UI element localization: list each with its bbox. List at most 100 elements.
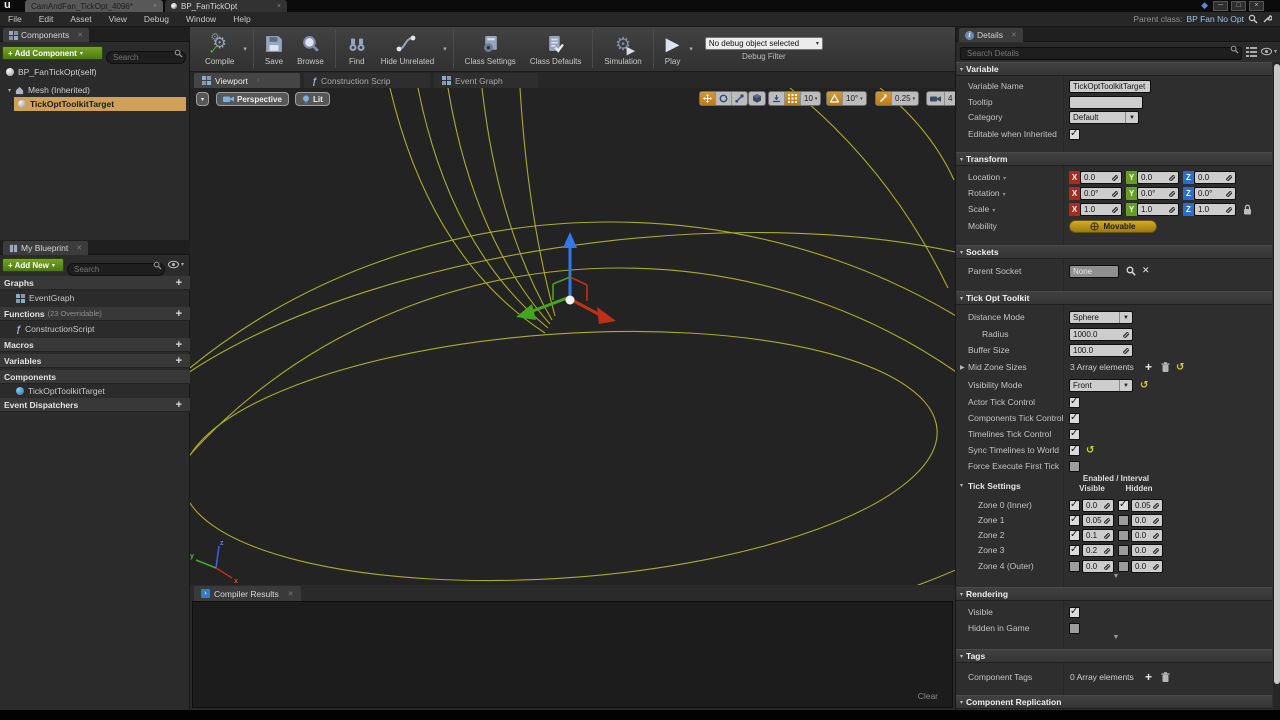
spinner-icon[interactable] — [1112, 207, 1118, 213]
section-components[interactable]: Components — [0, 370, 190, 384]
hide-unrelated-button[interactable]: Hide Unrelated — [374, 28, 441, 70]
visibility-filter-button[interactable]: ▾ — [168, 260, 184, 269]
section-transform[interactable]: ▾Transform — [956, 152, 1272, 166]
add-new-button[interactable]: + Add New▾ — [2, 258, 64, 272]
close-window-button[interactable]: × — [1249, 1, 1264, 11]
tab-compiler-results[interactable]: › Compiler Results ✕ — [194, 586, 301, 601]
rotate-tool-button[interactable] — [716, 92, 732, 105]
menu-help[interactable]: Help — [233, 14, 250, 24]
section-functions[interactable]: Functions(23 Overridable)+ — [0, 307, 190, 321]
spinner-icon[interactable] — [1153, 503, 1159, 509]
zone0-hidden-interval-field[interactable]: 0.05 — [1131, 499, 1163, 512]
zone3-hidden-checkbox[interactable] — [1118, 545, 1129, 556]
spinner-icon[interactable] — [1153, 518, 1159, 524]
zone1-hidden-interval-field[interactable]: 0.0 — [1131, 514, 1163, 527]
tree-item-mesh[interactable]: ▾ Mesh (Inherited) — [0, 83, 190, 97]
tab-viewport[interactable]: Viewport › — [194, 73, 300, 88]
myblueprint-search-input[interactable] — [67, 263, 165, 276]
location-x-field[interactable]: 0.0 — [1080, 171, 1122, 184]
scale-z-field[interactable]: 1.0 — [1194, 203, 1236, 216]
camera-speed-button[interactable] — [927, 92, 945, 105]
visible-checkbox[interactable] — [1069, 607, 1080, 618]
zone2-hidden-checkbox[interactable] — [1118, 530, 1129, 541]
clear-button[interactable]: Clear — [918, 691, 938, 701]
search-socket-icon[interactable] — [1126, 266, 1136, 276]
tree-item-tickopttoolkittarget[interactable]: TickOptToolkitTarget — [14, 97, 186, 111]
trash-icon[interactable] — [1161, 672, 1170, 683]
item-constructionscript[interactable]: ƒ ConstructionScript — [0, 322, 190, 336]
rotation-z-field[interactable]: 0.0° — [1194, 187, 1236, 200]
window-tab-level[interactable]: CamAndFan_TickOpt_4096* × — [25, 0, 163, 12]
zone3-visible-checkbox[interactable] — [1069, 545, 1080, 556]
zone2-visible-interval-field[interactable]: 0.1 — [1082, 529, 1114, 542]
parent-class-value[interactable]: BP Fan No Opt — [1187, 14, 1244, 24]
tree-item-self[interactable]: BP_FanTickOpt(self) — [0, 65, 190, 79]
section-event-dispatchers[interactable]: Event Dispatchers+ — [0, 398, 190, 412]
expand-icon[interactable]: ▾ — [960, 482, 963, 489]
world-local-toggle-button[interactable] — [749, 92, 765, 105]
timelines-tick-checkbox[interactable] — [1069, 429, 1080, 440]
components-search[interactable] — [106, 47, 186, 65]
zone0-hidden-checkbox[interactable] — [1118, 500, 1129, 511]
grid-snap-toggle-button[interactable] — [785, 92, 801, 105]
lit-mode-button[interactable]: Lit — [295, 92, 330, 106]
spinner-icon[interactable] — [1104, 503, 1110, 509]
camera-speed-value[interactable]: 4▾ — [945, 92, 955, 105]
expander-icon[interactable]: ▾ — [8, 87, 11, 94]
add-dispatcher-button[interactable]: + — [176, 400, 186, 410]
mobility-movable-button[interactable]: Movable — [1069, 220, 1157, 233]
details-scrollbar[interactable] — [1273, 62, 1280, 710]
expand-more-button[interactable]: ▼ — [1069, 634, 1163, 641]
find-button[interactable]: Find — [340, 28, 374, 70]
scale-snap-value[interactable]: 0.25▾ — [892, 92, 918, 105]
spinner-icon[interactable] — [1104, 564, 1110, 570]
tab-details[interactable]: i Details ✕ — [959, 28, 1023, 42]
rotation-snap-value[interactable]: 10°▾ — [843, 92, 866, 105]
compile-button[interactable]: ⚙⚙✓ Compile — [198, 28, 241, 70]
zone2-visible-checkbox[interactable] — [1069, 530, 1080, 541]
scale-y-field[interactable]: 1.0 — [1137, 203, 1179, 216]
compiler-output[interactable]: Clear — [192, 601, 953, 708]
collapsed-arrow-icon[interactable]: ▶ — [960, 364, 965, 371]
close-icon[interactable]: ✕ — [77, 31, 83, 39]
zone4-hidden-checkbox[interactable] — [1118, 561, 1129, 572]
hide-unrelated-caret[interactable]: ▾ — [441, 45, 449, 53]
add-function-button[interactable]: + — [176, 309, 186, 319]
class-defaults-button[interactable]: Class Defaults — [523, 28, 589, 70]
perspective-button[interactable]: Perspective — [216, 92, 289, 106]
add-component-button[interactable]: + Add Component▾ — [2, 46, 103, 60]
myblueprint-search[interactable] — [67, 259, 165, 277]
zone0-visible-checkbox[interactable] — [1069, 500, 1080, 511]
spinner-icon[interactable] — [1169, 207, 1175, 213]
rotation-x-field[interactable]: 0.0° — [1080, 187, 1122, 200]
property-label[interactable]: Rotation▾ — [968, 186, 1006, 203]
wrench-icon[interactable] — [1262, 14, 1272, 24]
hidden-in-game-checkbox[interactable] — [1069, 623, 1080, 634]
search-icon[interactable] — [1248, 14, 1258, 24]
zone0-visible-interval-field[interactable]: 0.0 — [1082, 499, 1114, 512]
zone2-hidden-interval-field[interactable]: 0.0 — [1131, 529, 1163, 542]
menu-debug[interactable]: Debug — [144, 14, 169, 24]
menu-file[interactable]: File — [8, 14, 22, 24]
spinner-icon[interactable] — [1123, 348, 1129, 354]
location-z-field[interactable]: 0.0 — [1194, 171, 1236, 184]
spinner-icon[interactable] — [1226, 175, 1232, 181]
zone4-hidden-interval-field[interactable]: 0.0 — [1131, 560, 1163, 573]
property-label[interactable]: Location▾ — [968, 170, 1006, 187]
spinner-icon[interactable] — [1104, 518, 1110, 524]
category-dropdown[interactable]: Default▼ — [1069, 111, 1139, 124]
section-variable[interactable]: ▾Variable — [956, 62, 1272, 76]
save-button[interactable]: Save — [258, 28, 290, 70]
zone3-visible-interval-field[interactable]: 0.2 — [1082, 544, 1114, 557]
spinner-icon[interactable] — [1112, 175, 1118, 181]
scrollbar-thumb[interactable] — [1274, 64, 1280, 684]
move-tool-button[interactable] — [700, 92, 716, 105]
section-tick-opt-toolkit[interactable]: ▾Tick Opt Toolkit — [956, 291, 1272, 305]
play-options-caret[interactable]: ▾ — [687, 45, 695, 53]
spinner-icon[interactable] — [1104, 548, 1110, 554]
tab-event-graph[interactable]: Event Graph — [434, 73, 538, 88]
property-label[interactable]: Scale▾ — [968, 202, 995, 219]
components-tick-checkbox[interactable] — [1069, 413, 1080, 424]
close-icon[interactable]: ✕ — [1011, 31, 1017, 39]
spinner-icon[interactable] — [1226, 207, 1232, 213]
